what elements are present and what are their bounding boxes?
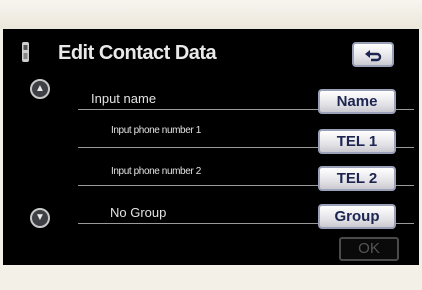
nav-screen: Edit Contact Data ▲ ▼ Input name Input p… [3, 29, 419, 265]
header: Edit Contact Data [3, 29, 419, 73]
return-arrow-icon [365, 50, 382, 62]
name-row-label: Input name [91, 91, 157, 106]
scroll-up-button[interactable]: ▲ [30, 79, 50, 99]
tel1-row-label: Input phone number 1 [111, 125, 201, 136]
tel2-row-label: Input phone number 2 [111, 166, 201, 177]
phone-handset-icon [22, 42, 29, 62]
scroll-up-icon: ▲ [35, 83, 45, 94]
group-row-label: No Group [110, 205, 167, 220]
scroll-down-icon: ▼ [35, 212, 45, 223]
tel1-button[interactable]: TEL 1 [318, 129, 396, 154]
back-button[interactable] [352, 42, 394, 67]
group-button[interactable]: Group [318, 204, 396, 229]
page-title: Edit Contact Data [58, 42, 217, 64]
scroll-down-button[interactable]: ▼ [30, 208, 50, 228]
ok-button[interactable]: OK [339, 237, 399, 261]
tel2-button[interactable]: TEL 2 [318, 166, 396, 191]
name-button[interactable]: Name [318, 89, 396, 114]
top-frame [0, 0, 422, 29]
bottom-frame [0, 265, 422, 290]
